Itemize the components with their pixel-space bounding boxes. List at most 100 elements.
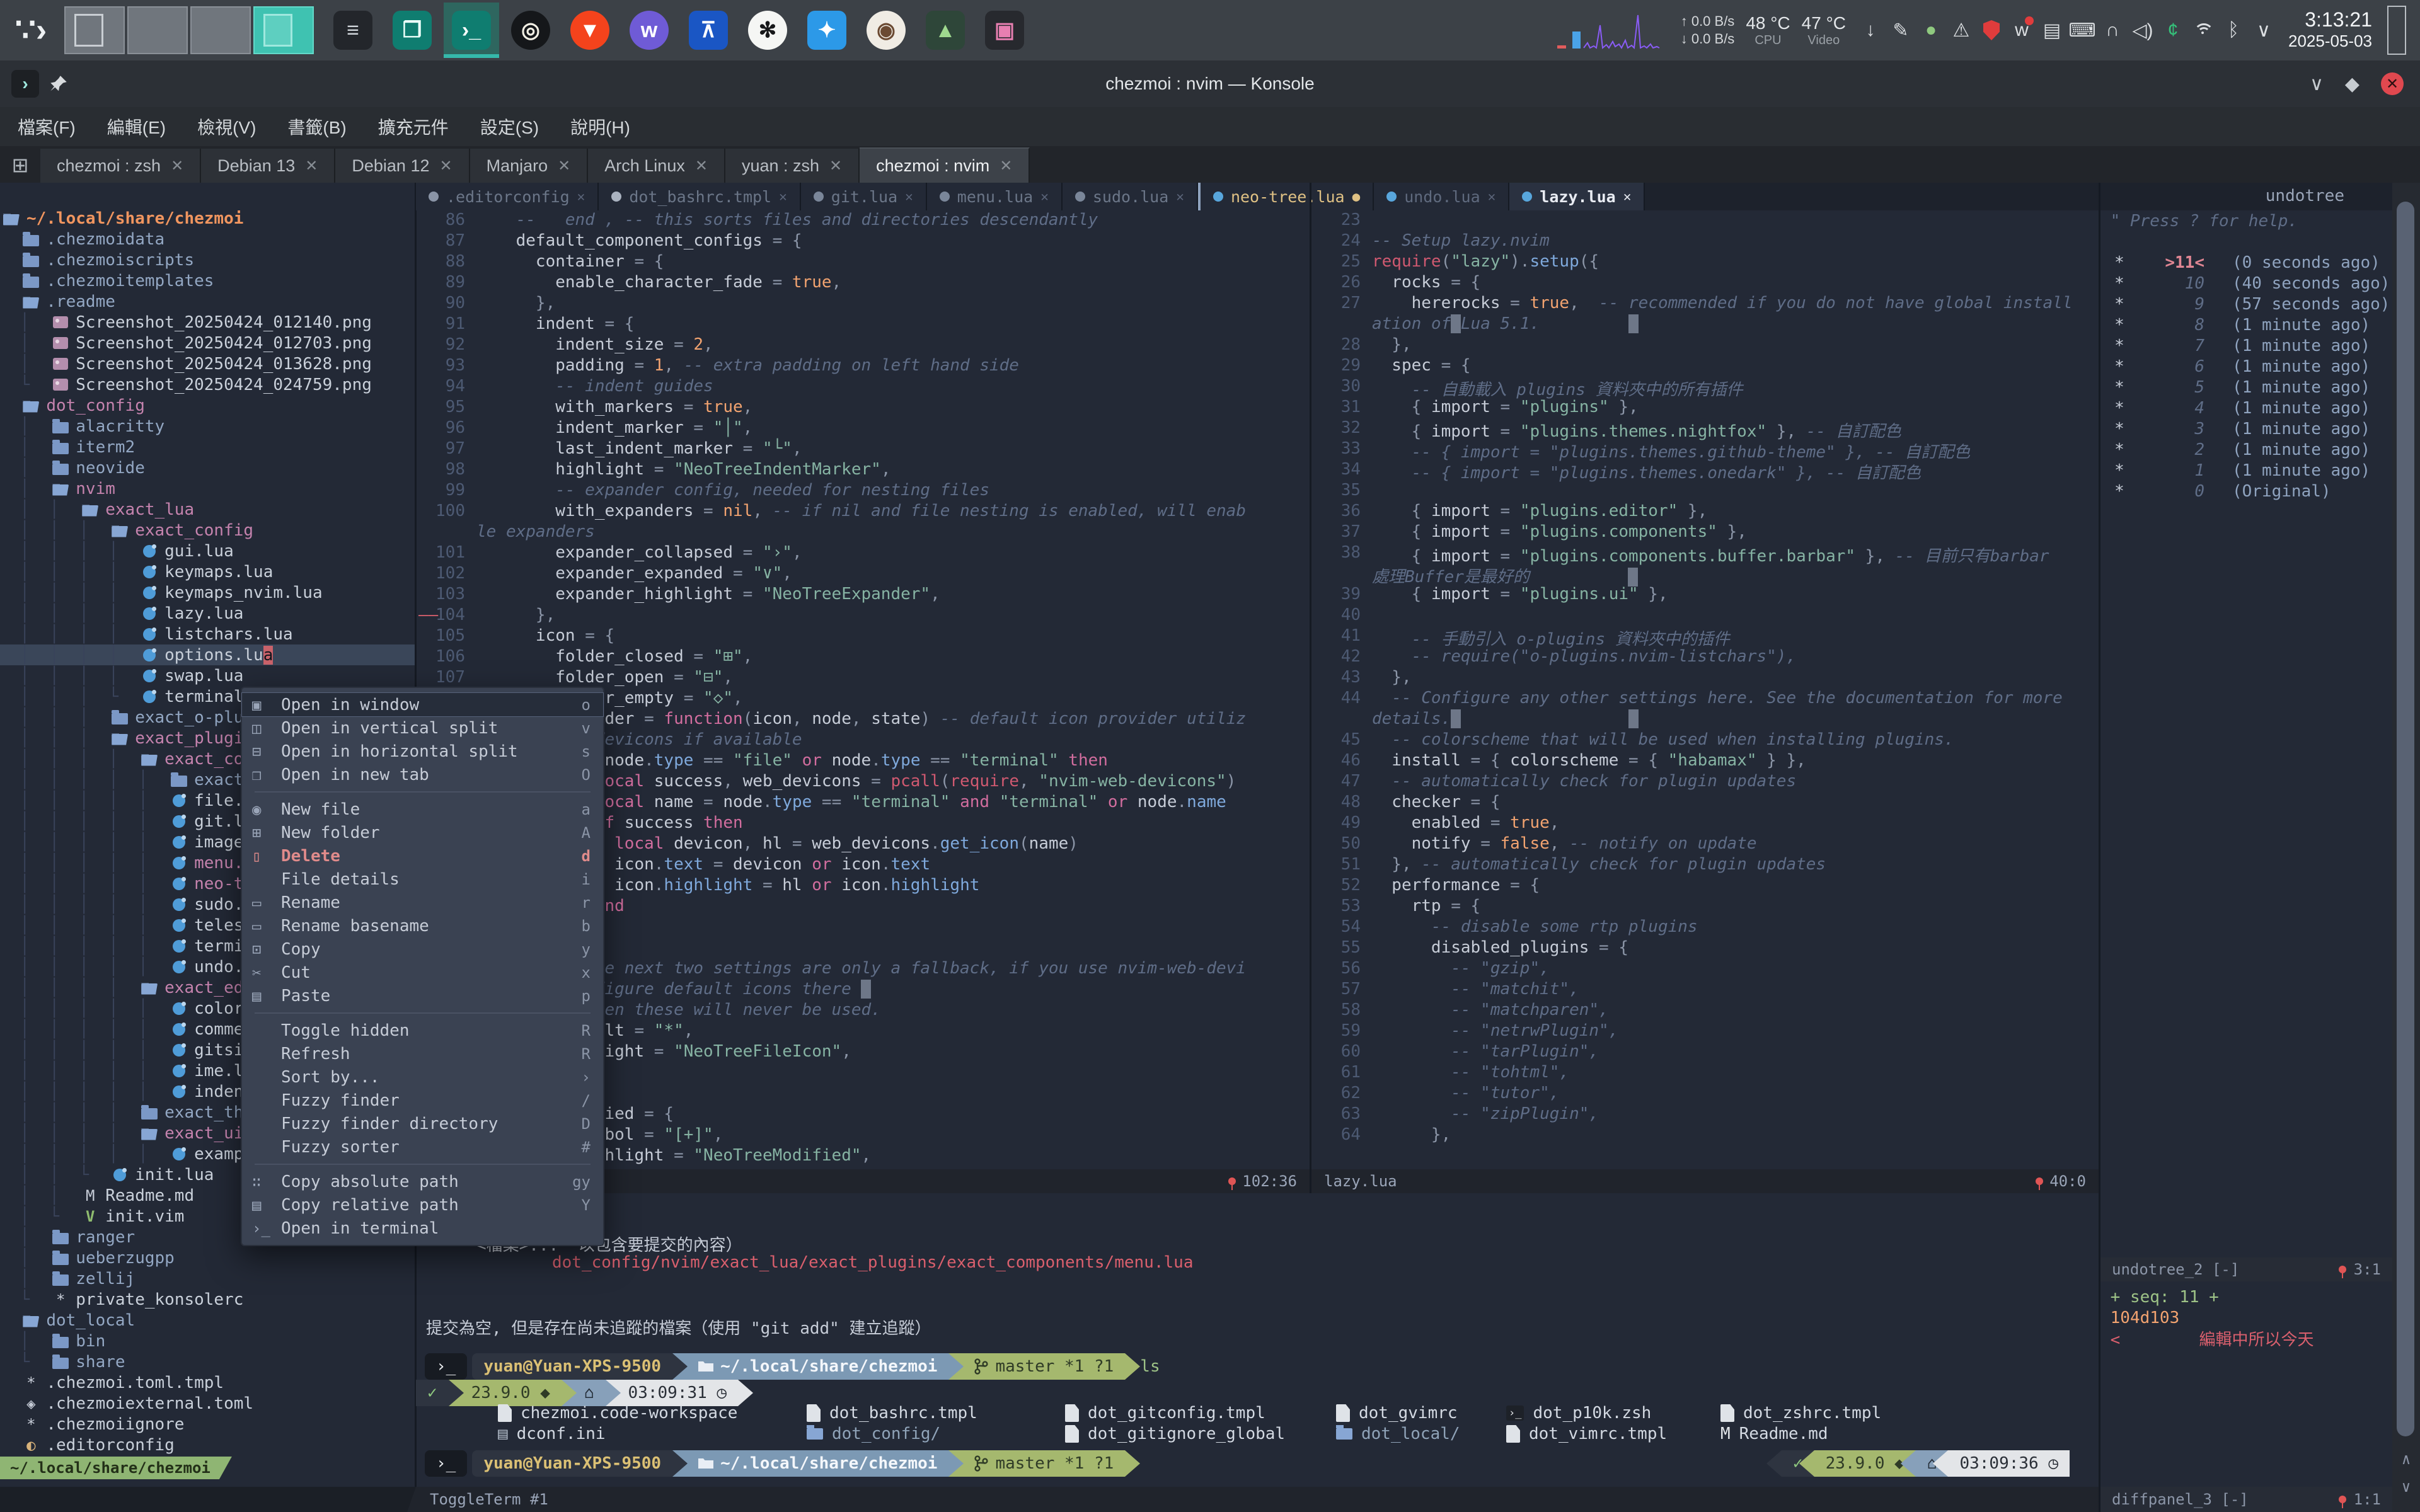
tree-item-dot_config[interactable]: dot_config — [0, 395, 415, 416]
maximize-button[interactable]: ◆ — [2345, 73, 2360, 95]
buffer-tab-dot_bashrc.tmpl[interactable]: dot_bashrc.tmpl✕ — [599, 183, 800, 210]
menu-item-File details[interactable]: File detailsi — [242, 868, 603, 891]
file-item-dot_gitignore_global[interactable]: dot_gitignore_global — [1065, 1424, 1285, 1443]
keyboard-icon[interactable]: ⌨ — [2069, 15, 2095, 45]
file-item-dconf.ini[interactable]: ▤dconf.ini — [498, 1424, 606, 1443]
tree-item-iterm2[interactable]: │ iterm2 — [0, 437, 415, 457]
konsole-tab[interactable]: Manjaro✕ — [470, 149, 589, 183]
menu-item-Open in terminal[interactable]: ›_Open in terminal — [242, 1217, 603, 1240]
screenshot-tool-icon[interactable]: ▣ — [977, 3, 1032, 58]
app-launcher-icon[interactable]: ∵› — [9, 6, 53, 54]
menu-item-Fuzzy finder directory[interactable]: Fuzzy finder directoryD — [242, 1112, 603, 1135]
menu-item-Rename basename[interactable]: ▭Rename basenameb — [242, 914, 603, 937]
pin-icon[interactable] — [48, 73, 69, 94]
wifi-icon[interactable] — [2190, 15, 2216, 45]
file-item-dot_gitconfig.tmpl[interactable]: dot_gitconfig.tmpl — [1065, 1404, 1265, 1423]
menu-item-Copy[interactable]: ⊡Copyy — [242, 937, 603, 961]
security-shield-icon[interactable] — [1978, 15, 2005, 45]
konsole-tab[interactable]: Arch Linux✕ — [588, 149, 725, 183]
pager-desktop-2[interactable] — [127, 6, 188, 54]
buffer-tab-sudo.lua[interactable]: sudo.lua✕ — [1063, 183, 1198, 210]
file-item-dot_gvimrc[interactable]: dot_gvimrc — [1336, 1404, 1458, 1423]
menu-item-Refresh[interactable]: RefreshR — [242, 1042, 603, 1065]
tree-item-options.lu[interactable]: │ │ │ │ options.lua — [0, 644, 415, 665]
tree-item-private_konsolerc[interactable]: └ *private_konsolerc — [0, 1289, 415, 1310]
tree-item-alacritty[interactable]: │ alacritty — [0, 416, 415, 437]
file-item-dot_vimrc.tmpl[interactable]: dot_vimrc.tmpl — [1506, 1424, 1667, 1443]
menu-說明(H)[interactable]: 說明(H) — [570, 114, 630, 139]
undo-entry-5[interactable]: *5(1 minute ago) — [2100, 377, 2392, 398]
tree-item-.chezmoitemplates[interactable]: .chezmoitemplates — [0, 270, 415, 291]
tree-item-~/.local/share/chezmoi[interactable]: ~/.local/share/chezmoi — [0, 208, 415, 229]
wavebox-icon[interactable]: w — [621, 3, 677, 58]
menu-item-Copy relative path[interactable]: ▤Copy relative pathY — [242, 1193, 603, 1217]
toggleterm-panel[interactable]: <檔案>..." 以包含要提交的內容）dot_config/nvim/exact… — [416, 1169, 2099, 1487]
brave-browser-icon[interactable]: ▼ — [562, 3, 618, 58]
pager-desktop-3[interactable] — [190, 6, 251, 54]
volume-icon[interactable]: ◁) — [2129, 15, 2156, 45]
tree-item-.chezmoiexternal.toml[interactable]: ◈.chezmoiexternal.toml — [0, 1393, 415, 1414]
menu-item-Open in window[interactable]: ▣Open in windowo — [242, 693, 603, 716]
menu-檢視(V)[interactable]: 檢視(V) — [197, 114, 256, 139]
undo-entry->11<[interactable]: *>11<(0 seconds ago) — [2100, 252, 2392, 273]
tree-item-exact_config[interactable]: │ │ │ exact_config — [0, 520, 415, 541]
new-tab-button[interactable]: ⊞ — [0, 147, 40, 183]
status-dot-icon[interactable]: ● — [1918, 15, 1944, 45]
tree-item-exact_lua[interactable]: │ │ exact_lua — [0, 499, 415, 520]
bluetooth-icon[interactable]: ᛒ — [2220, 15, 2247, 45]
editor-lazy[interactable]: 2324-- Setup lazy.nvim25require("lazy").… — [1311, 210, 2099, 1169]
tree-item-share[interactable]: └ share — [0, 1351, 415, 1372]
close-button[interactable]: ✕ — [2381, 72, 2404, 95]
tree-item-ueberzugpp[interactable]: │ ueberzugpp — [0, 1247, 415, 1268]
konsole-tab[interactable]: chezmoi : nvim✕ — [860, 147, 1030, 183]
buffer-tab-undo.lua[interactable]: undo.lua✕ — [1374, 183, 1509, 210]
currency-icon[interactable]: ¢ — [2160, 15, 2186, 45]
menu-item-Open in new tab[interactable]: ❒Open in new tabO — [242, 763, 603, 786]
scrollbar-down-icon[interactable]: ∨ — [2392, 1478, 2420, 1496]
tree-item-.readme[interactable]: .readme — [0, 291, 415, 312]
menu-item-Paste[interactable]: ▤Pastep — [242, 984, 603, 1007]
tree-item-bin[interactable]: │ bin — [0, 1331, 415, 1351]
color-picker-icon[interactable]: ✎ — [1887, 15, 1914, 45]
tree-item-keymaps.lua[interactable]: │ │ │ │ keymaps.lua — [0, 561, 415, 582]
file-item-dot_zshrc.tmpl[interactable]: dot_zshrc.tmpl — [1720, 1404, 1881, 1423]
tree-item-Screenshot_20250424_012703.png[interactable]: │ Screenshot_20250424_012703.png — [0, 333, 415, 353]
undo-entry-3[interactable]: *3(1 minute ago) — [2100, 418, 2392, 439]
tree-item-dot_local[interactable]: dot_local — [0, 1310, 415, 1331]
menu-item-New folder[interactable]: ⊞New folderA — [242, 821, 603, 844]
tree-item-.chezmoiscripts[interactable]: .chezmoiscripts — [0, 249, 415, 270]
buffer-tab-git.lua[interactable]: git.lua✕ — [801, 183, 927, 210]
buffer-tab-neo-tree.lua[interactable]: neo-tree.lua● — [1201, 183, 1374, 210]
undo-entry-4[interactable]: *4(1 minute ago) — [2100, 398, 2392, 418]
file-item-dot_p10k.zsh[interactable]: ›_dot_p10k.zsh — [1506, 1404, 1651, 1423]
menu-擴充元件[interactable]: 擴充元件 — [378, 114, 449, 139]
tree-item-listchars.lua[interactable]: │ │ │ │ listchars.lua — [0, 624, 415, 644]
chatgpt-icon[interactable]: ✻ — [740, 3, 795, 58]
menu-item-Sort by...[interactable]: Sort by...› — [242, 1065, 603, 1089]
konsole-tab[interactable]: Debian 12✕ — [335, 149, 470, 183]
tree-item-.chezmoi.toml.tmpl[interactable]: *.chezmoi.toml.tmpl — [0, 1372, 415, 1393]
tree-item-nvim[interactable]: │ nvim — [0, 478, 415, 499]
tree-item-swap.lua[interactable]: │ │ │ │ swap.lua — [0, 665, 415, 686]
notifications-icon[interactable]: ⚠ — [1948, 15, 1974, 45]
menu-item-Open in vertical split[interactable]: ◫Open in vertical splitv — [242, 716, 603, 740]
chevron-down-icon[interactable]: ∨ — [2250, 15, 2277, 45]
undo-entry-6[interactable]: *6(1 minute ago) — [2100, 356, 2392, 377]
file-item-dot_bashrc.tmpl[interactable]: dot_bashrc.tmpl — [807, 1404, 977, 1423]
undo-entry-8[interactable]: *8(1 minute ago) — [2100, 314, 2392, 335]
buffer-tab-menu.lua[interactable]: menu.lua✕ — [927, 183, 1063, 210]
konsole-tab[interactable]: chezmoi : zsh✕ — [40, 149, 201, 183]
headset-icon[interactable]: ∩ — [2099, 15, 2126, 45]
menu-item-Fuzzy sorter[interactable]: Fuzzy sorter# — [242, 1135, 603, 1159]
menu-item-Cut[interactable]: ✂Cutx — [242, 961, 603, 984]
menu-檔案(F)[interactable]: 檔案(F) — [18, 114, 76, 139]
tree-item-Screenshot_20250424_013628.png[interactable]: │ Screenshot_20250424_013628.png — [0, 353, 415, 374]
tree-item-gui.lua[interactable]: │ │ │ │ gui.lua — [0, 541, 415, 561]
show-desktop-strip[interactable] — [2387, 6, 2406, 55]
menu-item-Fuzzy finder[interactable]: Fuzzy finder/ — [242, 1089, 603, 1112]
terminal-icon[interactable]: ›_ — [444, 3, 499, 58]
konsole-tab[interactable]: yuan : zsh✕ — [725, 149, 860, 183]
menu-編輯(E)[interactable]: 編輯(E) — [107, 114, 166, 139]
buffer-tab-lazy.lua[interactable]: lazy.lua✕ — [1509, 183, 1645, 210]
menu-item-Open in horizontal split[interactable]: ⊟Open in horizontal splits — [242, 740, 603, 763]
